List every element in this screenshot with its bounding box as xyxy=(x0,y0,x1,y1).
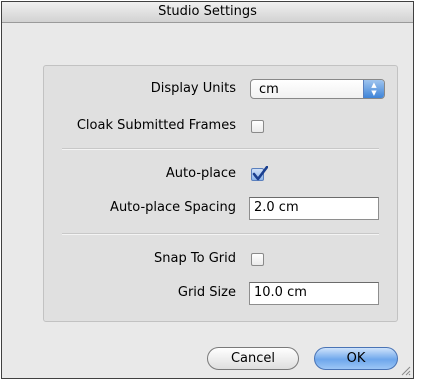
auto-place-label: Auto-place xyxy=(165,166,236,181)
auto-place-spacing-label: Auto-place Spacing xyxy=(110,200,236,215)
auto-place-checkbox[interactable] xyxy=(251,166,268,181)
cloak-submitted-frames-label: Cloak Submitted Frames xyxy=(76,118,236,133)
settings-group: Display Units cm ▲ ▼ Cloak Submitted Fram… xyxy=(43,65,398,322)
studio-settings-dialog: Studio Settings Display Units cm ▲ ▼ Cloa… xyxy=(1,1,414,379)
cloak-submitted-frames-checkbox[interactable] xyxy=(251,120,264,133)
snap-to-grid-label: Snap To Grid xyxy=(154,251,236,266)
snap-to-grid-checkbox[interactable] xyxy=(251,253,264,266)
ok-button[interactable]: OK xyxy=(314,347,398,370)
grid-size-field[interactable]: 10.0 cm xyxy=(249,282,379,305)
up-down-arrows-icon: ▲ ▼ xyxy=(363,80,384,98)
window-title: Studio Settings xyxy=(2,2,413,23)
separator xyxy=(62,148,379,150)
grid-size-label: Grid Size xyxy=(177,285,236,300)
separator xyxy=(62,233,379,235)
checkmark-icon xyxy=(252,166,268,181)
display-units-popup[interactable]: cm ▲ ▼ xyxy=(250,79,385,99)
display-units-label: Display Units xyxy=(150,81,236,96)
display-units-value: cm xyxy=(259,82,279,97)
auto-place-spacing-field[interactable]: 2.0 cm xyxy=(249,197,379,220)
resize-grip-icon[interactable] xyxy=(400,365,411,376)
cancel-button[interactable]: Cancel xyxy=(207,347,299,370)
